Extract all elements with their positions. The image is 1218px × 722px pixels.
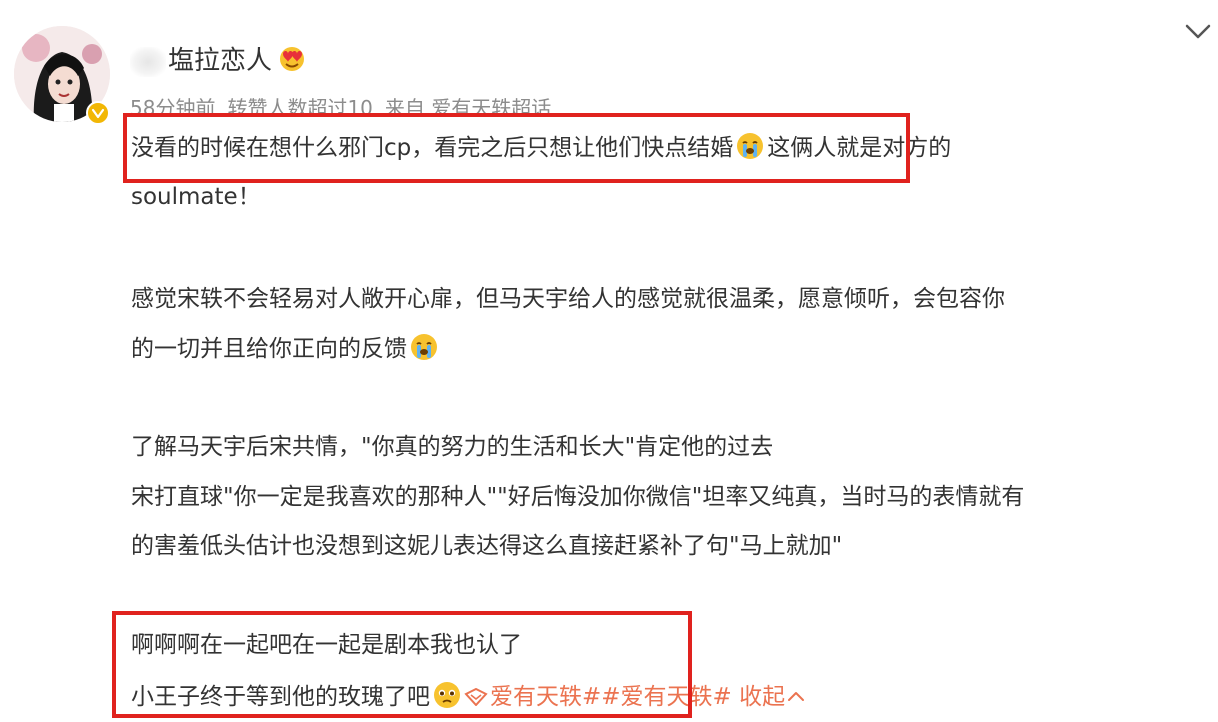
content-line-4-text: 的一切并且给你正向的反馈 — [131, 336, 407, 362]
chevron-down-icon[interactable] — [1184, 20, 1212, 42]
content-line-2: soulmate！ — [131, 184, 261, 210]
username-blur — [130, 46, 166, 77]
highlight-box-2 — [112, 611, 692, 718]
content-line-7: 的害羞低头估计也没想到这妮儿表达得这么直接赶紧补了句"马上就加" — [131, 533, 843, 559]
content-line-5: 了解马天宇后宋共情，"你真的努力的生活和长大"肯定他的过去 — [131, 434, 774, 460]
verified-badge-icon — [86, 101, 110, 125]
content-line-6: 宋打直球"你一定是我喜欢的那种人""好后悔没加你微信"坦率又纯真，当时马的表情就… — [131, 484, 1025, 510]
content-line-3: 感觉宋轶不会轻易对人敞开心扉，但马天宇给人的感觉就很温柔，愿意倾听，会包容你 — [131, 286, 1005, 312]
highlight-box-1 — [123, 113, 910, 183]
collapse-button[interactable]: 收起 — [739, 684, 805, 710]
crying-emoji-icon — [411, 334, 437, 360]
chevron-up-icon — [788, 692, 805, 701]
heart-eyes-badge-icon — [280, 47, 304, 71]
content-line-4: 的一切并且给你正向的反馈 — [131, 332, 441, 364]
username[interactable]: 塩拉恋人 — [130, 40, 272, 77]
username-text: 塩拉恋人 — [168, 46, 273, 76]
collapse-label: 收起 — [739, 684, 786, 710]
